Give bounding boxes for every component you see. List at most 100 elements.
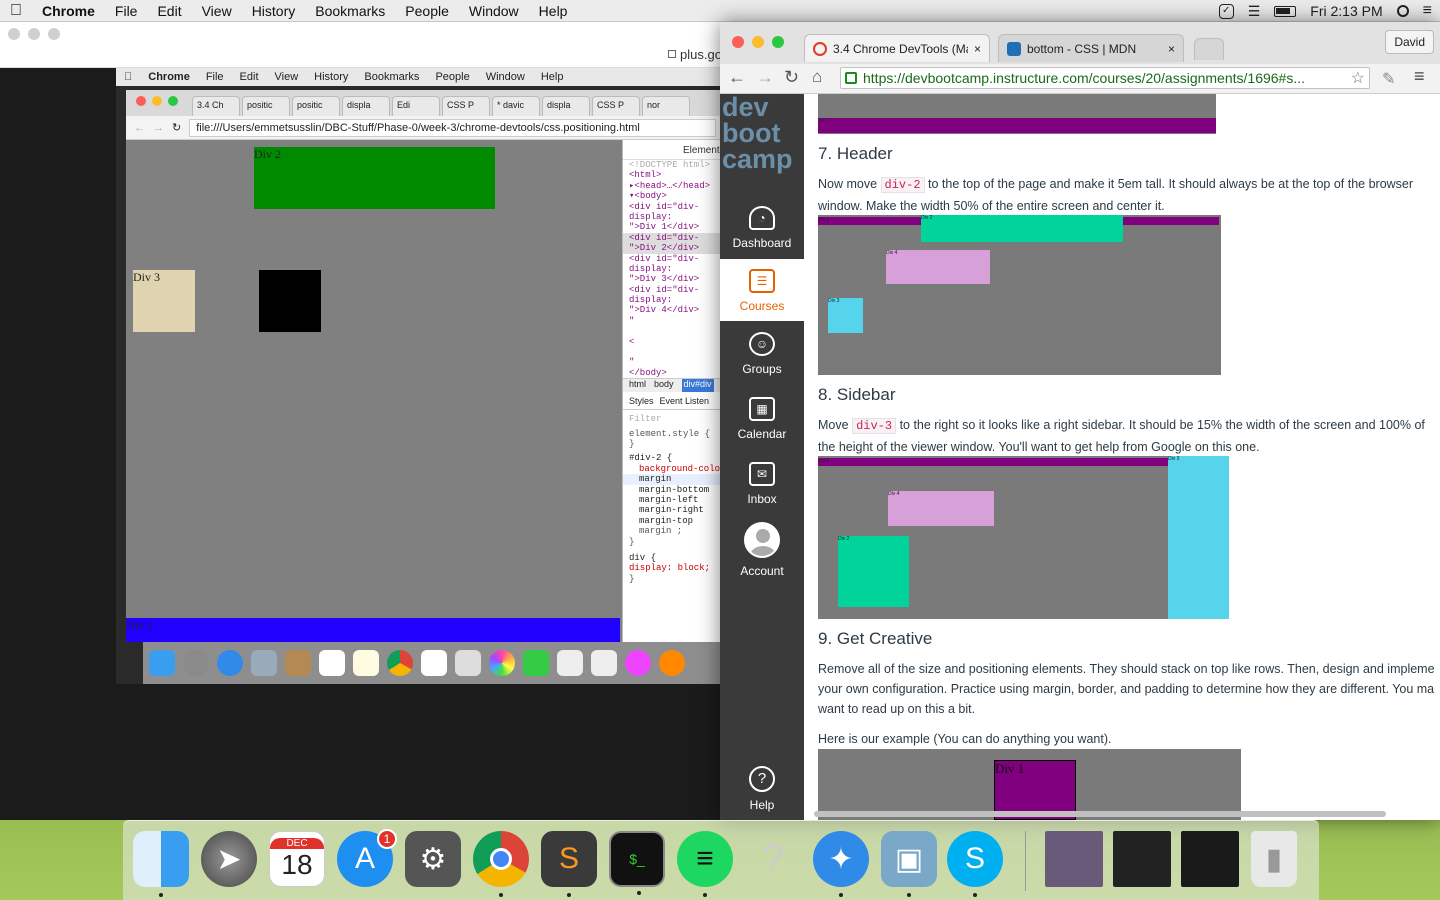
recorded-apple-icon: 	[116, 71, 140, 83]
safari-icon[interactable]: ✦	[813, 831, 869, 897]
launchpad-icon[interactable]: ➤	[201, 831, 257, 887]
recorded-tab: 3.4 Ch	[192, 96, 240, 116]
calendar-icon[interactable]: DEC 18	[269, 831, 325, 887]
extension-icon[interactable]: ✎	[1382, 69, 1395, 89]
dom-line: ">Div 1</div>	[629, 222, 700, 233]
minimized-terminal-thumbnail[interactable]	[1181, 831, 1239, 887]
nav-inbox[interactable]: ✉ Inbox	[720, 452, 804, 514]
text: want to read up on this a bit.	[818, 702, 976, 716]
recorded-menu-item: File	[197, 71, 224, 83]
launchpad-icon	[183, 650, 209, 676]
recorded-div-3: Div 3	[133, 270, 195, 332]
skype-icon[interactable]: S	[947, 831, 1003, 897]
spotify-icon[interactable]: ≡	[677, 831, 733, 897]
window-close-button[interactable]	[732, 36, 744, 48]
menu-help[interactable]: Help	[529, 3, 578, 19]
spotlight-search-icon[interactable]	[1396, 5, 1409, 17]
forward-icon[interactable]: →	[756, 67, 774, 88]
menu-view[interactable]: View	[192, 3, 242, 19]
tab-mdn[interactable]: bottom - CSS | MDN ×	[998, 34, 1184, 62]
nav-courses[interactable]: ☰ Courses	[720, 259, 804, 321]
recorded-menu-item: People	[427, 71, 469, 83]
url-text[interactable]: https://devbootcamp.instructure.com/cour…	[863, 70, 1345, 86]
nav-groups[interactable]: ☺ Groups	[720, 322, 804, 384]
assignment-content: Div 1 7. Header Now move div-2 to the to…	[804, 94, 1440, 820]
back-icon[interactable]: ←	[728, 67, 746, 88]
tab-close-icon[interactable]: ×	[974, 42, 981, 56]
menu-window[interactable]: Window	[459, 3, 529, 19]
nav-dashboard[interactable]: ◔ Dashboard	[720, 196, 804, 258]
bookmark-star-icon[interactable]: ☆	[1351, 68, 1369, 88]
battery-icon[interactable]	[1274, 5, 1297, 17]
notification-center-icon[interactable]: ≡	[1423, 2, 1432, 20]
new-tab-button[interactable]	[1194, 38, 1224, 60]
menu-people[interactable]: People	[395, 3, 459, 19]
notes-icon	[353, 650, 379, 676]
reload-icon[interactable]: ↻	[784, 67, 799, 88]
thumb-label: Div 1	[995, 761, 1025, 776]
nav-help[interactable]: ? Help	[720, 754, 804, 820]
check-status-icon[interactable]: ✓	[1218, 3, 1234, 19]
dom-line: ">Div 2</div>	[623, 243, 720, 254]
recorded-app-name: Chrome	[140, 71, 190, 83]
tab-devtools[interactable]: 3.4 Chrome DevTools (Man ×	[804, 34, 990, 62]
chrome-icon[interactable]	[473, 831, 529, 897]
address-bar[interactable]: https://devbootcamp.instructure.com/cour…	[840, 67, 1370, 89]
window-minimize-button[interactable]	[752, 36, 764, 48]
contacts-icon	[285, 650, 311, 676]
recorded-div-2-label: Div 2	[254, 147, 281, 161]
sublime-text-icon[interactable]: S	[541, 831, 597, 897]
profile-button[interactable]: David	[1385, 30, 1434, 54]
tab-close-icon[interactable]: ×	[1168, 42, 1175, 56]
chrome-menu-icon[interactable]: ≡	[1414, 66, 1425, 87]
wifi-icon[interactable]: ☰	[1248, 3, 1261, 20]
window-zoom-button[interactable]	[772, 36, 784, 48]
dom-line: display:	[629, 295, 673, 306]
minimized-terminal-thumbnail[interactable]	[1113, 831, 1171, 887]
dom-line: <div id="div-	[629, 253, 700, 264]
numbers-icon	[591, 650, 617, 676]
dbc-logo[interactable]: dev boot camp	[722, 94, 802, 173]
menu-clock[interactable]: Fri 2:13 PM	[1310, 3, 1382, 19]
close-button-inactive[interactable]	[8, 28, 20, 40]
chrome-icon	[387, 650, 413, 676]
horizontal-scrollbar[interactable]	[814, 811, 1386, 817]
background-address-text[interactable]: plus.go	[680, 47, 722, 62]
menu-edit[interactable]: Edit	[147, 3, 191, 19]
menu-app-name[interactable]: Chrome	[32, 3, 105, 19]
thumb-label: Div 4	[888, 491, 900, 497]
menu-bookmarks[interactable]: Bookmarks	[305, 3, 395, 19]
system-preferences-icon[interactable]: ⚙	[405, 831, 461, 887]
recorded-tab: nor	[642, 96, 690, 116]
finder-icon	[149, 650, 175, 676]
thumbnail-previous: Div 1	[818, 94, 1216, 134]
minimized-window-thumbnail[interactable]	[1045, 831, 1103, 887]
nav-calendar[interactable]: ▦ Calendar	[720, 387, 804, 449]
recorded-div-1-label: Div 1	[126, 618, 153, 632]
app-store-icon[interactable]: A 1	[337, 829, 397, 887]
recorded-tab-strip: 3.4 Ch positic positic displa Edi CSS P …	[126, 90, 720, 116]
preview-icon[interactable]: ▣	[881, 831, 937, 897]
trash-icon[interactable]: ▮	[1251, 831, 1297, 887]
style-line: div {	[629, 552, 657, 563]
menu-history[interactable]: History	[242, 3, 306, 19]
unknown-app-icon[interactable]: ?	[745, 831, 801, 887]
apple-menu-icon[interactable]: 	[0, 2, 32, 20]
home-icon[interactable]: ⌂	[812, 67, 822, 87]
recorded-div-1: Div 1	[126, 618, 620, 642]
nav-label: Inbox	[747, 492, 777, 506]
dom-line: display:	[629, 211, 673, 222]
recorded-breadcrumb: html body div#div	[623, 378, 720, 393]
facetime-icon	[523, 650, 549, 676]
terminal-icon[interactable]: $_	[609, 831, 665, 895]
calendar-icon: ▦	[749, 397, 775, 421]
finder-icon[interactable]	[133, 831, 189, 897]
nav-account[interactable]: Account	[720, 518, 804, 586]
minimize-button-inactive[interactable]	[28, 28, 40, 40]
menu-file[interactable]: File	[105, 3, 148, 19]
style-line: }	[629, 536, 635, 547]
zoom-button-inactive[interactable]	[48, 28, 60, 40]
thumb-label: Div 1	[818, 458, 830, 464]
recorded-back-icon: ←	[134, 121, 145, 134]
thumb-div-2: Div 2	[921, 215, 1123, 242]
